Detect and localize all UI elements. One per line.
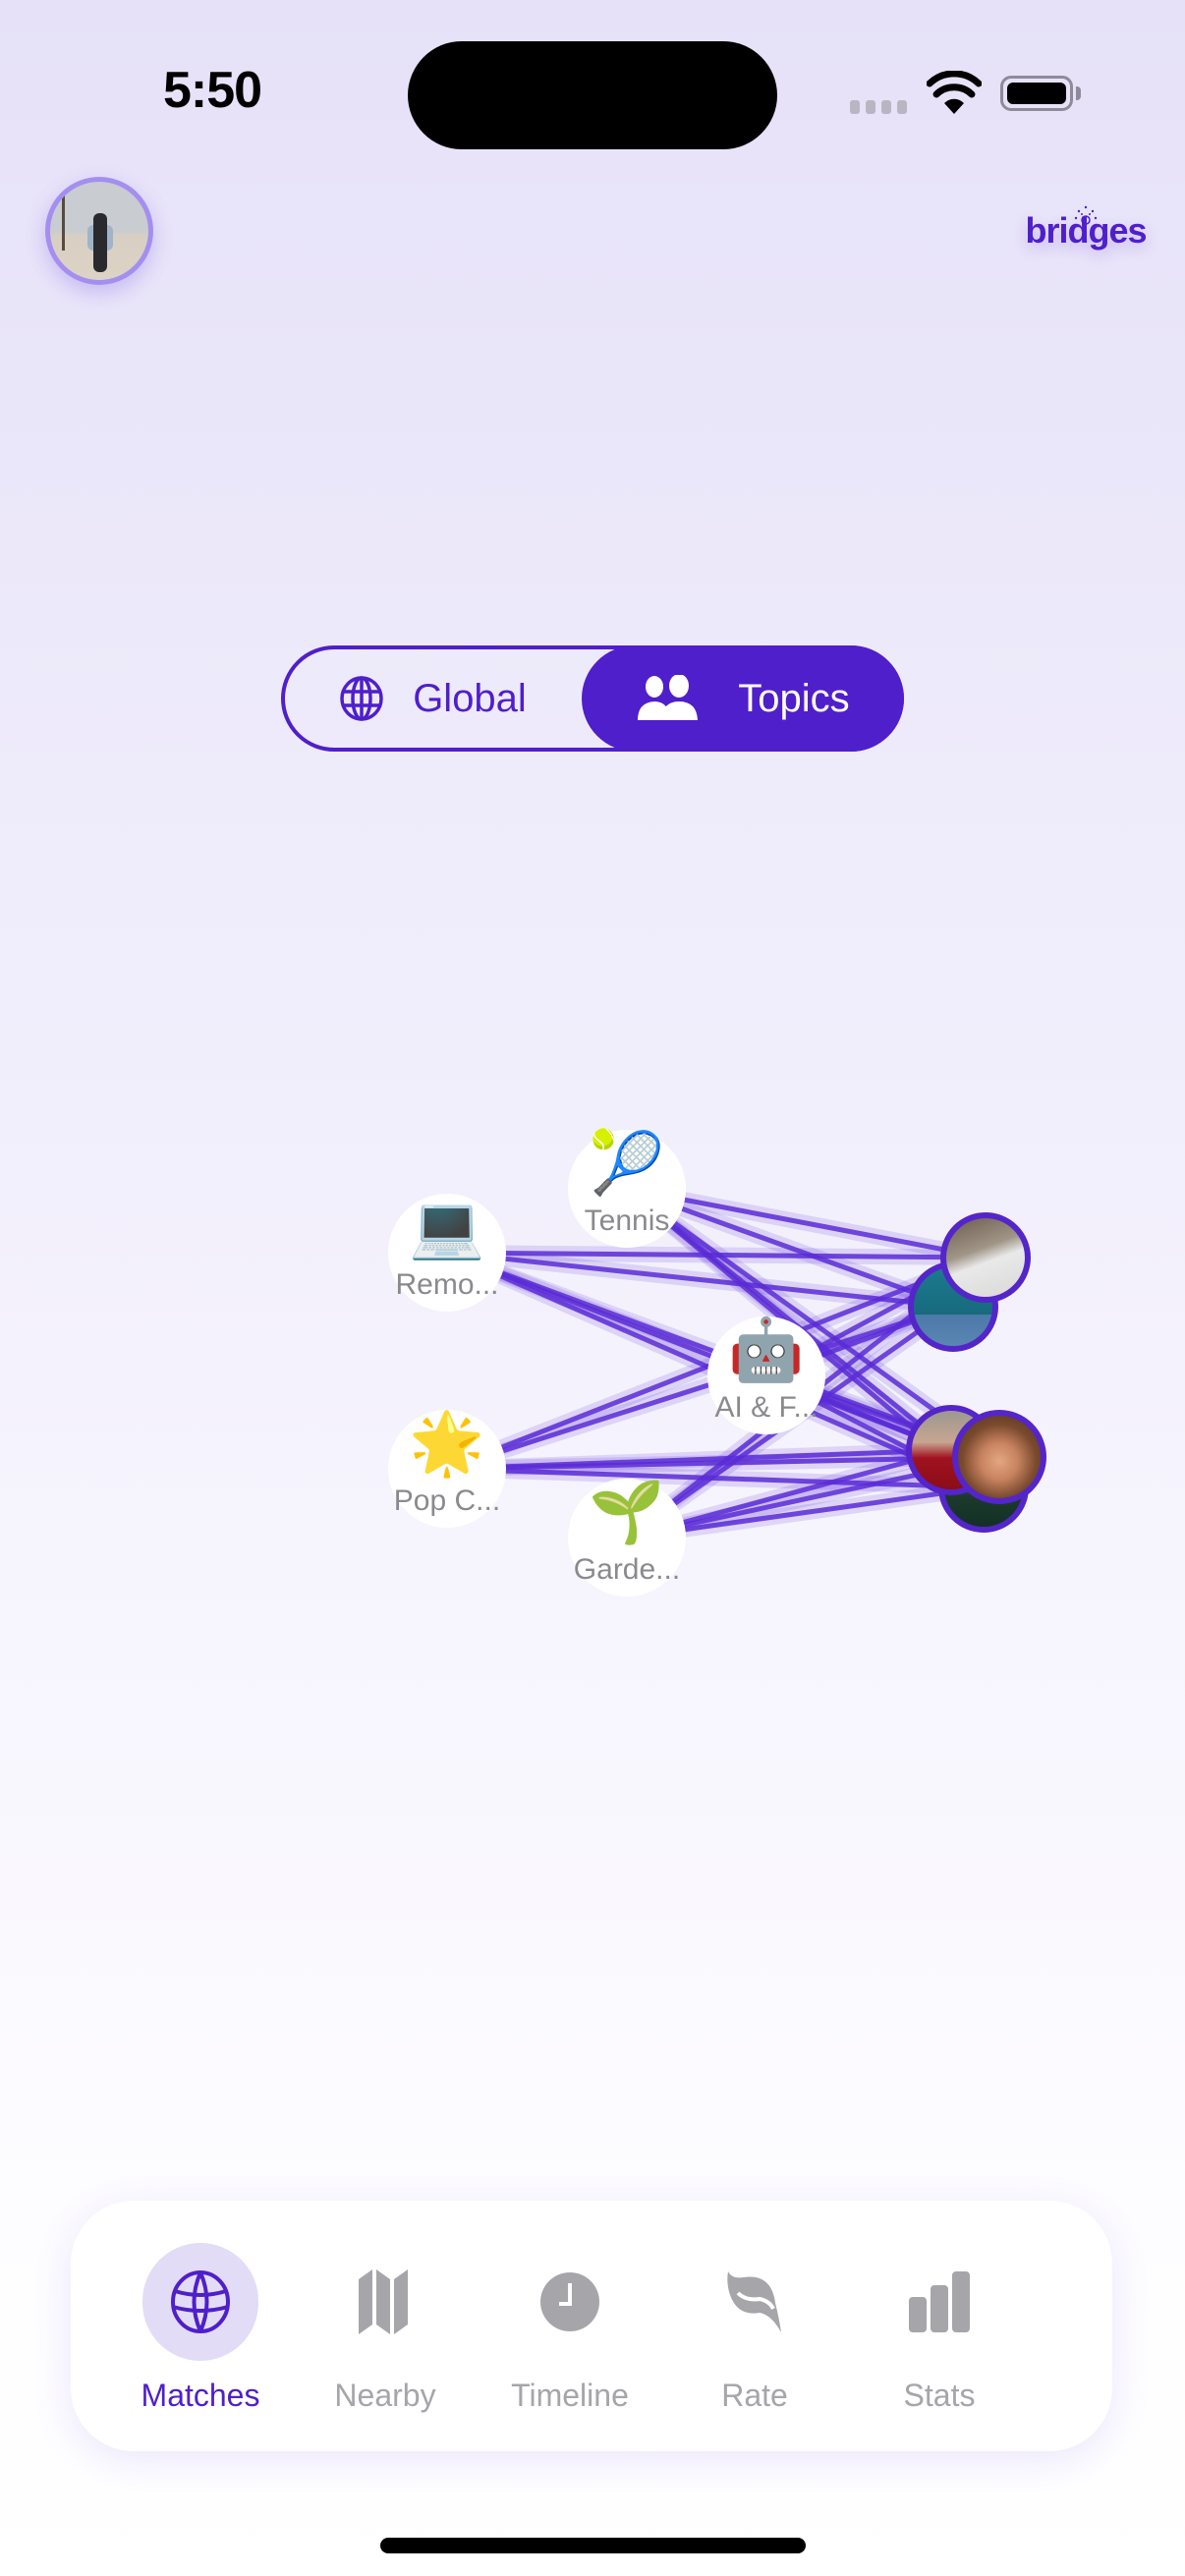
topic-label: Pop C... [393, 1484, 501, 1517]
tab-timeline-label: Timeline [511, 2378, 629, 2413]
tab-matches-highlight [142, 2243, 258, 2361]
tab-matches[interactable]: Matches [107, 2201, 294, 2451]
match-avatar-5[interactable] [952, 1410, 1046, 1504]
clock-icon [540, 2272, 599, 2331]
globe-icon [171, 2270, 230, 2333]
laptop-icon: 💻 [409, 1194, 485, 1261]
dynamic-island [408, 41, 777, 149]
topic-label: Tennis [584, 1204, 670, 1237]
tab-nearby-label: Nearby [334, 2378, 436, 2413]
globe-icon [340, 676, 383, 721]
home-indicator[interactable] [380, 2538, 806, 2553]
battery-nub [1076, 86, 1081, 100]
status-time: 5:50 [163, 62, 262, 119]
profile-avatar[interactable] [45, 177, 153, 285]
bar-chart-icon [909, 2271, 970, 2332]
tab-rate-label: Rate [721, 2378, 788, 2413]
tennis-ball-icon: 🎾 [589, 1130, 665, 1198]
toggle-global[interactable]: Global [285, 649, 580, 748]
battery-full-icon [1000, 76, 1073, 111]
topic-match-graph: 💻 Remo... 🎾 Tennis 🤖 AI & F... 🌟 Pop C..… [0, 1081, 1185, 1651]
logo-dots-icon [1074, 205, 1098, 225]
glowing-star-icon: 🌟 [409, 1410, 485, 1478]
leaf-icon [727, 2271, 781, 2332]
robot-icon: 🤖 [728, 1316, 805, 1384]
toggle-topics-label: Topics [738, 676, 850, 720]
toggle-topics[interactable]: Topics [582, 645, 904, 752]
tab-nearby[interactable]: Nearby [292, 2201, 479, 2451]
topic-node-gardening[interactable]: 🌱 Garde... [568, 1479, 686, 1596]
match-avatar-1[interactable] [940, 1212, 1031, 1303]
cellular-signal-icon [850, 100, 907, 114]
tab-rate[interactable]: Rate [661, 2201, 848, 2451]
topic-label: Remo... [395, 1268, 499, 1301]
wifi-icon [927, 71, 982, 114]
seedling-icon: 🌱 [589, 1479, 665, 1546]
topic-node-ai[interactable]: 🤖 AI & F... [707, 1316, 825, 1434]
tab-timeline[interactable]: Timeline [477, 2201, 663, 2451]
topic-node-remote[interactable]: 💻 Remo... [388, 1194, 506, 1312]
topic-node-tennis[interactable]: 🎾 Tennis [568, 1130, 686, 1248]
toggle-global-label: Global [413, 676, 527, 720]
tab-stats-label: Stats [903, 2378, 976, 2413]
topic-label: AI & F... [714, 1391, 818, 1424]
tab-matches-label: Matches [141, 2378, 260, 2413]
people-icon [638, 675, 699, 720]
map-icon [359, 2269, 408, 2334]
bridges-logo: bridges [1022, 196, 1150, 265]
tab-stats[interactable]: Stats [846, 2201, 1033, 2451]
topic-label: Garde... [573, 1553, 681, 1586]
tab-bar: Matches Nearby Timeline Rate Stats [71, 2201, 1112, 2451]
topic-node-pop-culture[interactable]: 🌟 Pop C... [388, 1410, 506, 1528]
